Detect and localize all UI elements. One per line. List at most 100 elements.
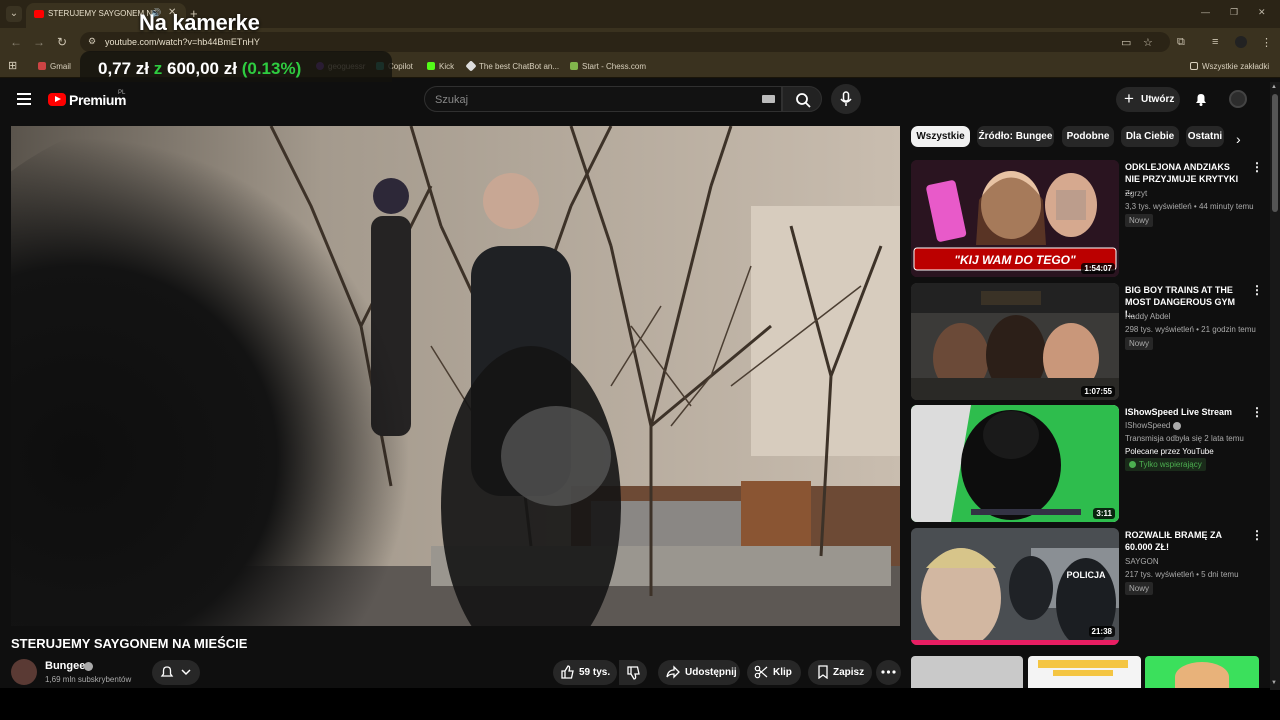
clip-button[interactable]: Klip (747, 660, 801, 685)
minimize-icon[interactable]: — (1201, 7, 1210, 17)
search-icon (796, 93, 811, 108)
rec-channel-4[interactable]: SAYGON (1125, 557, 1159, 566)
bookmark-gmail[interactable]: Gmail (38, 62, 71, 71)
rec-meta-3: Transmisja odbyła się 2 lata temu (1125, 434, 1244, 443)
bookmark-chess[interactable]: Start - Chess.com (570, 62, 646, 71)
shorts-thumbnail-2[interactable] (1028, 656, 1141, 688)
all-bookmarks[interactable]: Wszystkie zakładki (1190, 62, 1269, 71)
rec-channel-1[interactable]: Zgrzyt (1125, 189, 1147, 198)
video-title: STERUJEMY SAYGONEM NA MIEŚCIE (11, 636, 248, 651)
bell-outline-icon (160, 666, 174, 677)
chip-all[interactable]: Wszystkie (911, 126, 970, 147)
chip-recent[interactable]: Ostatni (1186, 126, 1224, 147)
subscriber-count: 1,69 mln subskrybentów (45, 675, 132, 684)
scroll-thumb[interactable] (1272, 94, 1278, 212)
url-text: youtube.com/watch?v=hb44BmETnHY (105, 37, 260, 47)
account-avatar[interactable] (1229, 90, 1247, 108)
keyboard-icon[interactable] (762, 95, 775, 103)
rec-badge-2: Nowy (1125, 337, 1154, 350)
more-horizontal-icon (881, 670, 896, 674)
create-button[interactable]: + Utwórz (1116, 87, 1180, 112)
bookmark-star-icon[interactable]: ☆ (1143, 36, 1153, 49)
site-info-icon[interactable]: ⚙ (88, 36, 96, 47)
save-label: Zapisz (833, 667, 865, 678)
rec-duration-2: 1:07:55 (1081, 386, 1115, 397)
thumbs-down-icon (627, 666, 640, 680)
close-window-icon[interactable]: ✕ (1258, 7, 1266, 18)
more-actions-button[interactable] (876, 660, 901, 685)
scroll-down-icon[interactable]: ▼ (1271, 680, 1277, 686)
rec-more-icon-3[interactable]: ⋮ (1251, 405, 1263, 419)
share-label: Udostępnij (685, 667, 737, 678)
create-label: Utwórz (1141, 94, 1175, 105)
channel-name[interactable]: Bungee (45, 660, 85, 672)
search-input[interactable]: Szukaj (424, 86, 782, 112)
rec-thumbnail-1[interactable]: "KIJ WAM DO TEGO" 1:54:07 (911, 160, 1119, 277)
restore-icon[interactable]: ❐ (1230, 7, 1238, 18)
dislike-button[interactable] (619, 660, 647, 685)
verified-icon (84, 662, 93, 671)
chip-for-you[interactable]: Dla Ciebie (1121, 126, 1179, 147)
voice-search-button[interactable] (831, 84, 861, 114)
chevron-right-icon[interactable]: › (1236, 131, 1241, 147)
video-frame (11, 126, 900, 626)
subscribed-button[interactable] (152, 660, 200, 685)
country-code: PL (118, 90, 126, 96)
rec-thumb-caption-4: POLICJA (1066, 570, 1106, 580)
video-player[interactable] (11, 126, 900, 626)
rec-duration-1: 1:54:07 (1081, 263, 1115, 274)
rec-meta-4: 217 tys. wyświetleń • 5 dni temu (1125, 570, 1239, 579)
plus-icon: + (1124, 89, 1134, 108)
cast-icon[interactable]: ▭ (1121, 36, 1131, 49)
forward-icon[interactable]: → (33, 35, 45, 49)
rec-more-icon-4[interactable]: ⋮ (1251, 528, 1263, 542)
reload-icon[interactable]: ↻ (57, 35, 67, 49)
apps-icon[interactable]: ⊞ (8, 59, 17, 72)
chip-source[interactable]: Źródło: Bungee (977, 126, 1054, 147)
share-icon (666, 665, 680, 679)
search-button[interactable] (782, 86, 822, 112)
kick-icon (427, 62, 435, 70)
ticker-amount: 0,77 zł (98, 59, 150, 78)
rec-thumbnail-2[interactable]: 1:07:55 (911, 283, 1119, 400)
back-icon[interactable]: ← (10, 35, 22, 49)
clip-label: Klip (773, 667, 792, 678)
rec-more-icon-1[interactable]: ⋮ (1251, 160, 1263, 174)
rec-thumbnail-3[interactable]: 3:11 (911, 405, 1119, 522)
bookmark-chatbot[interactable]: The best ChatBot an... (465, 60, 559, 72)
rec-thumbnail-4[interactable]: POLICJA 21:38 (911, 528, 1119, 645)
shorts-thumbnail-1[interactable] (911, 656, 1023, 688)
chip-related[interactable]: Podobne (1062, 126, 1114, 147)
browser-menu-icon[interactable]: ⋮ (1261, 36, 1272, 49)
save-button[interactable]: Zapisz (808, 660, 872, 685)
tab-search-button[interactable]: ⌄ (6, 6, 22, 22)
rec-more-icon-2[interactable]: ⋮ (1251, 283, 1263, 297)
rec-title-4[interactable]: ROZWALIŁ BRAMĘ ZA 60.000 ZŁ! (1125, 529, 1245, 553)
channel-avatar[interactable] (11, 659, 37, 685)
rec-members-badge-3: Tylko wspierający (1125, 458, 1206, 471)
media-control-icon[interactable]: ≡ (1212, 36, 1218, 48)
notifications-button[interactable] (1193, 91, 1209, 112)
shorts-thumbnail-3[interactable] (1145, 656, 1259, 688)
rec-channel-3[interactable]: IShowSpeed (1125, 421, 1170, 430)
page-scrollbar[interactable]: ▲ ▼ (1270, 82, 1280, 690)
menu-icon[interactable] (17, 93, 31, 105)
profile-icon[interactable] (1235, 36, 1247, 48)
like-count: 59 tys. (579, 667, 611, 678)
bell-icon (1196, 94, 1206, 106)
microphone-icon (840, 91, 852, 106)
bookmark-kick[interactable]: Kick (427, 62, 454, 71)
rec-badge-4: Nowy (1125, 582, 1154, 595)
rec-channel-2[interactable]: Haddy Abdel (1125, 312, 1170, 321)
scroll-up-icon[interactable]: ▲ (1271, 84, 1277, 90)
ticker-total: 600,00 zł (167, 59, 237, 78)
gmail-icon (38, 62, 46, 70)
youtube-logo-icon[interactable] (48, 93, 66, 106)
extensions-icon[interactable]: ⧉ (1177, 36, 1185, 49)
share-button[interactable]: Udostępnij (658, 660, 740, 685)
rec-duration-4: 21:38 (1088, 626, 1115, 637)
like-button[interactable]: 59 tys. (553, 660, 617, 685)
rec-title-3[interactable]: IShowSpeed Live Stream (1125, 406, 1245, 418)
chatbot-icon (465, 60, 477, 72)
rec-duration-3: 3:11 (1093, 508, 1115, 519)
